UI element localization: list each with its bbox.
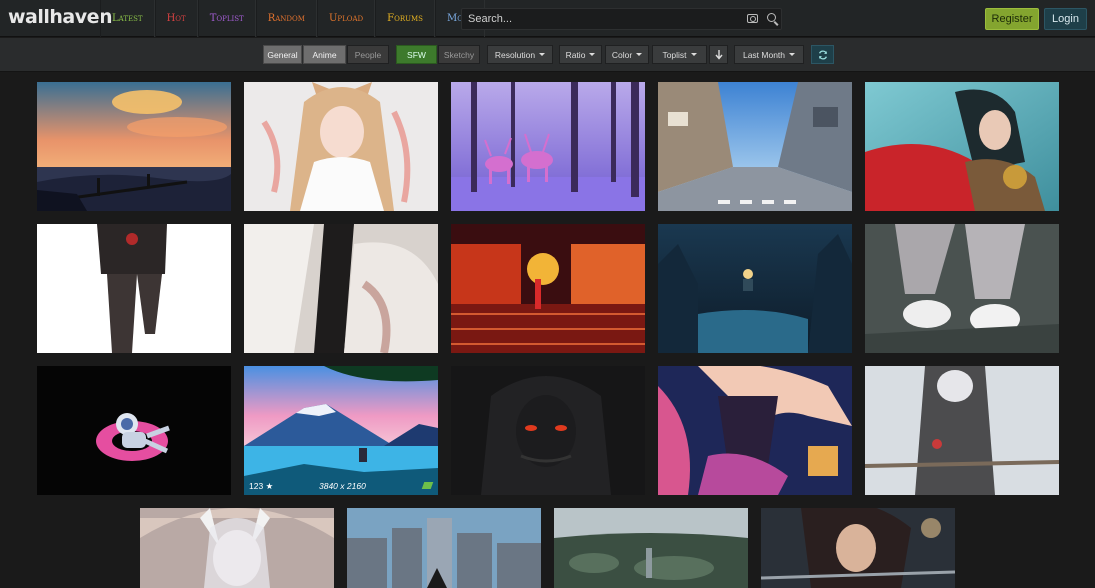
star-icon[interactable]: ★ bbox=[266, 481, 274, 491]
red-autumn-temple-image bbox=[451, 224, 645, 353]
favorites-count: 123 ★ bbox=[249, 481, 273, 492]
mossy-ruins-image bbox=[554, 508, 748, 588]
wallpaper-thumbnail[interactable] bbox=[865, 224, 1059, 353]
arrow-down-icon bbox=[714, 49, 723, 60]
sorting-dropdown[interactable]: Toplist bbox=[652, 45, 707, 64]
nav-hot[interactable]: Hot bbox=[154, 0, 198, 37]
search-filter-bar: General Anime People SFW Sketchy Resolut… bbox=[0, 38, 1095, 72]
ninja-girl-sword-image bbox=[761, 508, 955, 588]
wallpaper-thumbnail[interactable] bbox=[451, 82, 645, 211]
login-button[interactable]: Login bbox=[1044, 8, 1087, 30]
wallpaper-thumbnail[interactable] bbox=[554, 508, 748, 588]
sort-order-button[interactable] bbox=[709, 45, 728, 64]
resolution-label[interactable]: 3840 x 2160 bbox=[319, 481, 366, 491]
wallpaper-thumbnail[interactable] bbox=[244, 82, 438, 211]
city-rooftops-image bbox=[347, 508, 541, 588]
wallpaper-thumbnail[interactable] bbox=[37, 366, 231, 495]
dark-demon-face-image bbox=[451, 366, 645, 495]
resolution-dropdown[interactable]: Resolution bbox=[487, 45, 553, 64]
category-anime-toggle[interactable]: Anime bbox=[303, 45, 346, 64]
white-kimono-closeup-image bbox=[244, 224, 438, 353]
color-dropdown[interactable]: Color bbox=[605, 45, 649, 64]
anime-knight-girl-image bbox=[658, 366, 852, 495]
wallpaper-thumbnail[interactable] bbox=[451, 224, 645, 353]
wallpaper-thumbnail[interactable] bbox=[658, 82, 852, 211]
night-forest-river-image bbox=[658, 224, 852, 353]
nav-upload[interactable]: Upload bbox=[316, 0, 376, 37]
search-input[interactable] bbox=[462, 9, 738, 29]
nav-toplist[interactable]: Toplist bbox=[197, 0, 256, 37]
wallpaper-thumbnail[interactable] bbox=[244, 224, 438, 353]
category-general-toggle[interactable]: General bbox=[263, 45, 302, 64]
anime-foxgirl-image bbox=[244, 82, 438, 211]
purity-sketchy-toggle[interactable]: Sketchy bbox=[438, 45, 480, 64]
search-icon[interactable] bbox=[767, 13, 776, 22]
wallpaper-thumbnail[interactable]: 123 ★ 3840 x 2160 bbox=[244, 366, 438, 495]
camera-icon[interactable] bbox=[747, 14, 758, 23]
search-box bbox=[461, 8, 782, 30]
toplist-range-dropdown[interactable]: Last Month bbox=[734, 45, 804, 64]
sneakers-legs-image bbox=[865, 224, 1059, 353]
site-logo[interactable]: wallhaven bbox=[8, 6, 113, 28]
girl-in-stockings-image bbox=[37, 224, 231, 353]
wallpaper-thumbnail[interactable] bbox=[37, 82, 231, 211]
refresh-search-button[interactable] bbox=[811, 45, 834, 64]
thumbnail-info-bar: 123 ★ 3840 x 2160 bbox=[244, 477, 438, 495]
japanese-street-image bbox=[658, 82, 852, 211]
purple-forest-deer-image bbox=[451, 82, 645, 211]
favorites-value: 123 bbox=[249, 481, 264, 491]
astronaut-float-ring-image bbox=[37, 366, 231, 495]
ratio-dropdown[interactable]: Ratio bbox=[559, 45, 602, 64]
refresh-icon bbox=[818, 50, 827, 59]
main-nav: Latest Hot Toplist Random Upload Forums … bbox=[100, 0, 486, 37]
mount-fuji-lake-image bbox=[244, 366, 438, 495]
wallpaper-thumbnail[interactable] bbox=[865, 366, 1059, 495]
wallpaper-thumbnail[interactable] bbox=[347, 508, 541, 588]
register-button[interactable]: Register bbox=[985, 8, 1039, 30]
sorting-label: Toplist bbox=[662, 49, 687, 60]
ratio-label: Ratio bbox=[565, 49, 586, 60]
wallpaper-thumbnail[interactable] bbox=[140, 508, 334, 588]
wallpaper-thumbnail[interactable] bbox=[451, 366, 645, 495]
category-people-toggle[interactable]: People bbox=[347, 45, 389, 64]
wallpaper-thumbnail[interactable] bbox=[865, 82, 1059, 211]
color-label: Color bbox=[611, 49, 633, 60]
sunset-bridge-city-image bbox=[37, 82, 231, 211]
wallpaper-thumbnail[interactable] bbox=[761, 508, 955, 588]
resolution-label: Resolution bbox=[494, 49, 536, 60]
nav-latest[interactable]: Latest bbox=[100, 0, 155, 37]
warrior-woman-red-cloak-image bbox=[865, 82, 1059, 211]
nav-forums[interactable]: Forums bbox=[375, 0, 435, 37]
top-navigation-bar: wallhaven Latest Hot Toplist Random Uplo… bbox=[0, 0, 1095, 37]
range-label: Last Month bbox=[742, 49, 786, 60]
wallpaper-thumbnail[interactable] bbox=[658, 224, 852, 353]
nav-random[interactable]: Random bbox=[255, 0, 317, 37]
wallpaper-thumbnail[interactable] bbox=[37, 224, 231, 353]
wallpaper-thumbnail[interactable] bbox=[658, 366, 852, 495]
snowy-girl-fence-image bbox=[865, 366, 1059, 495]
purity-sfw-toggle[interactable]: SFW bbox=[396, 45, 437, 64]
tag-icon[interactable] bbox=[421, 482, 434, 489]
white-haired-girl-umbrella-image bbox=[140, 508, 334, 588]
